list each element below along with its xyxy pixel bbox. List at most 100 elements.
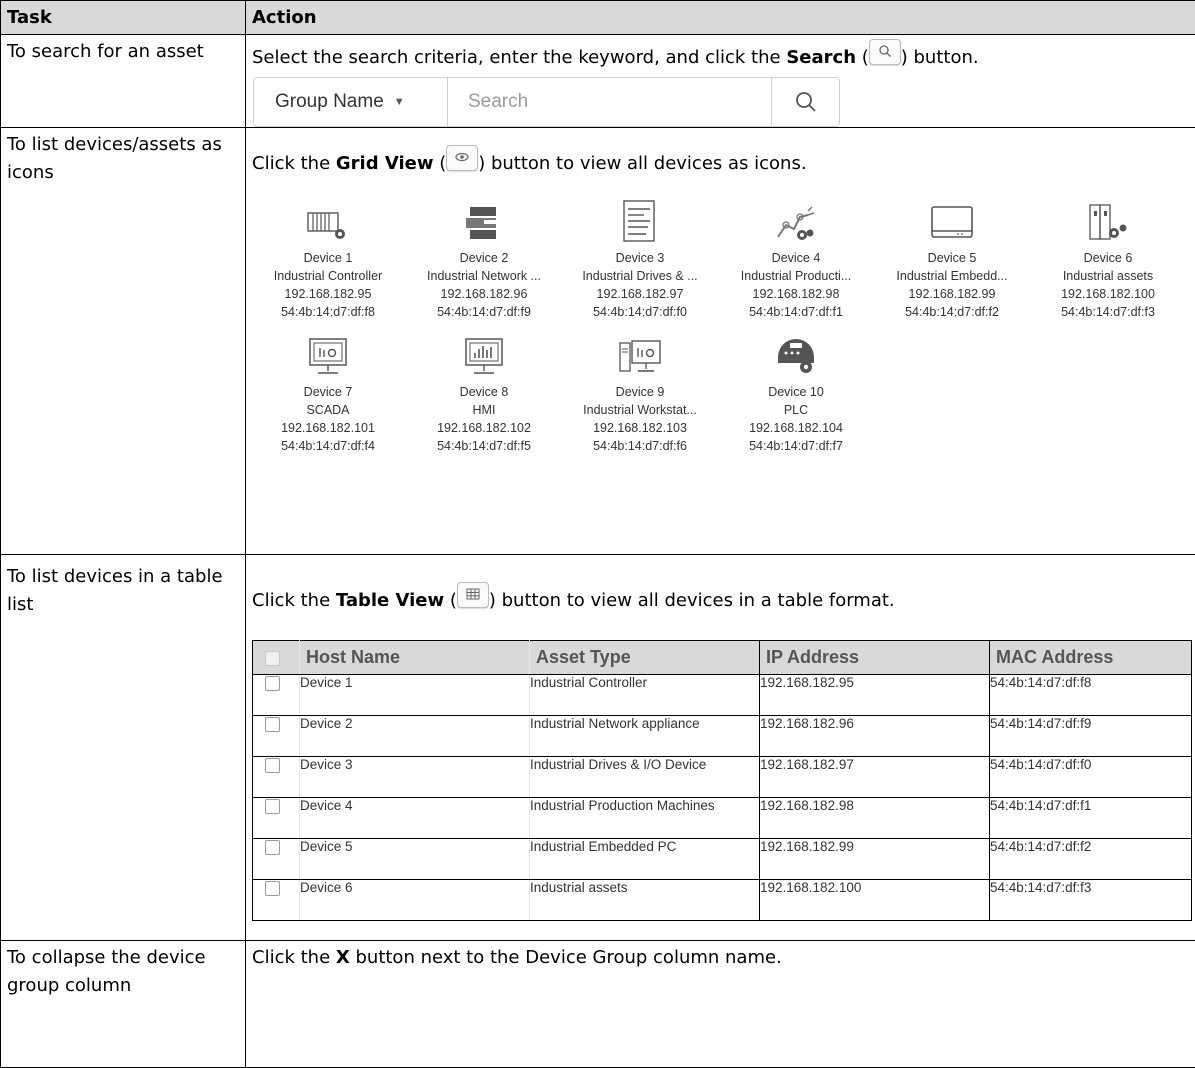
device-name: Device 5 — [927, 251, 977, 265]
text: button next to the Device Group column n… — [349, 947, 782, 968]
action-header: Action — [245, 0, 1195, 35]
action-cell-collapse: Click the X button next to the Device Gr… — [245, 940, 1195, 1068]
table-row[interactable]: Device 6 Industrial assets 192.168.182.100… — [252, 879, 1192, 921]
task-cell-grid: To list devices/assets as icons — [0, 127, 246, 555]
robot-arm-icon — [718, 187, 874, 249]
device-card[interactable]: Device 2 Industrial Network ... 192.168.18… — [406, 187, 562, 321]
device-mac: 54:4b:14:d7:df:f4 — [281, 439, 375, 453]
device-ip: 192.168.182.104 — [749, 421, 843, 435]
search-icon — [795, 92, 816, 112]
row-checkbox[interactable] — [252, 756, 300, 798]
device-ip: 192.168.182.101 — [281, 421, 375, 435]
plc-icon — [718, 321, 874, 383]
table-cell: Device 6 — [299, 879, 530, 921]
device-mac: 54:4b:14:d7:df:f1 — [749, 305, 843, 319]
text: ) button. — [900, 47, 979, 68]
table-row[interactable]: Device 5 Industrial Embedded PC 192.168.18… — [252, 838, 1192, 880]
device-card[interactable]: Device 3 Industrial Drives & ... 192.168.1… — [562, 187, 718, 321]
task-header: Task — [0, 0, 246, 35]
table-cell: 192.168.182.95 — [759, 674, 990, 716]
device-card[interactable]: Device 8 HMI 192.168.182.102 54:4b:14:d7:df… — [406, 321, 562, 455]
task-cell-collapse: To collapse the device group column — [0, 940, 246, 1068]
table-cell: 54:4b:14:d7:df:f2 — [989, 838, 1192, 880]
action-cell-table: Click the Table View ( ) button to view a… — [245, 554, 1195, 941]
bold-term: X — [335, 947, 350, 968]
hmi-monitor-icon — [406, 321, 562, 383]
search-input[interactable] — [448, 78, 772, 126]
table-row[interactable]: Device 2 Industrial Network appliance 192.… — [252, 715, 1192, 757]
device-mac: 54:4b:14:d7:df:f9 — [437, 305, 531, 319]
collapse-row: To collapse the device group column Clic… — [0, 940, 1195, 1068]
table-row[interactable]: Device 4 Industrial Production Machines 19… — [252, 797, 1192, 839]
search-criteria-select[interactable]: Group Name ▼ — [254, 78, 448, 126]
device-type: Industrial Network ... — [427, 269, 541, 283]
device-type: Industrial Controller — [273, 269, 383, 283]
column-header[interactable]: IP Address — [759, 640, 990, 675]
device-type: HMI — [472, 403, 496, 417]
device-card[interactable]: Device 9 Industrial Workstat... 192.168.18… — [562, 321, 718, 455]
bold-term: Table View — [335, 590, 445, 611]
table-cell: Device 1 — [299, 674, 530, 716]
table-cell: Device 2 — [299, 715, 530, 757]
controller-icon — [250, 187, 406, 249]
device-card[interactable]: Device 6 Industrial assets 192.168.182.100… — [1030, 187, 1186, 321]
device-card[interactable]: Device 1 Industrial Controller 192.168.182… — [250, 187, 406, 321]
device-name: Device 4 — [771, 251, 821, 265]
grid-row: To list devices/assets as icons Click th… — [0, 127, 1195, 555]
device-name: Device 8 — [459, 385, 509, 399]
device-mac: 54:4b:14:d7:df:f0 — [593, 305, 687, 319]
eye-icon — [446, 145, 479, 171]
table-cell: 192.168.182.97 — [759, 756, 990, 798]
table-cell: 192.168.182.99 — [759, 838, 990, 880]
device-name: Device 10 — [768, 385, 824, 399]
column-header[interactable]: MAC Address — [989, 640, 1192, 675]
device-type: Industrial Producti... — [740, 269, 852, 283]
text: ( — [444, 590, 457, 611]
device-ip: 192.168.182.102 — [437, 421, 531, 435]
device-name: Device 1 — [303, 251, 353, 265]
text: Click the — [252, 590, 336, 611]
text: ) button to view all devices in a table … — [488, 590, 895, 611]
device-ip: 192.168.182.97 — [596, 287, 684, 301]
device-ip: 192.168.182.96 — [440, 287, 528, 301]
text: Select the search criteria, enter the ke… — [252, 47, 787, 68]
device-type: SCADA — [306, 403, 350, 417]
device-name: Device 6 — [1083, 251, 1133, 265]
row-checkbox[interactable] — [252, 838, 300, 880]
table-row[interactable]: Device 1 Industrial Controller 192.168.182… — [252, 674, 1192, 716]
column-header[interactable]: Asset Type — [529, 640, 760, 675]
table-row-section: To list devices in a table list Click th… — [0, 554, 1195, 941]
device-type: Industrial assets — [1062, 269, 1154, 283]
select-all-checkbox[interactable] — [252, 640, 300, 675]
search-button[interactable] — [772, 78, 839, 126]
row-checkbox[interactable] — [252, 797, 300, 839]
table-cell: 54:4b:14:d7:df:f9 — [989, 715, 1192, 757]
device-card[interactable]: Device 4 Industrial Producti... 192.168.18… — [718, 187, 874, 321]
row-checkbox[interactable] — [252, 715, 300, 757]
row-checkbox[interactable] — [252, 674, 300, 716]
task-cell-table: To list devices in a table list — [0, 554, 246, 941]
device-ip: 192.168.182.99 — [908, 287, 996, 301]
task-cell-search: To search for an asset — [0, 34, 246, 128]
table-cell: Industrial Embedded PC — [529, 838, 760, 880]
table-cell: Device 4 — [299, 797, 530, 839]
table-row[interactable]: Device 3 Industrial Drives & I/O Device 19… — [252, 756, 1192, 798]
embedded-pc-icon — [874, 187, 1030, 249]
device-type: PLC — [783, 403, 809, 417]
row-checkbox[interactable] — [252, 879, 300, 921]
column-header[interactable]: Host Name — [299, 640, 530, 675]
table-instruction: Click the Table View ( ) button to view a… — [252, 582, 1195, 615]
text: ( — [856, 47, 869, 68]
device-mac: 54:4b:14:d7:df:f3 — [1061, 305, 1155, 319]
device-card[interactable]: Device 5 Industrial Embedd... 192.168.182.… — [874, 187, 1030, 321]
table-cell: 192.168.182.96 — [759, 715, 990, 757]
table-cell: 54:4b:14:d7:df:f1 — [989, 797, 1192, 839]
device-card[interactable]: Device 7 SCADA 192.168.182.101 54:4b:14:d7:… — [250, 321, 406, 455]
table-cell: Device 3 — [299, 756, 530, 798]
device-type: Industrial Embedd... — [896, 269, 1008, 283]
collapse-instruction: Click the X button next to the Device Gr… — [252, 944, 1195, 972]
device-card[interactable]: Device 10 PLC 192.168.182.104 54:4b:14:d7:d… — [718, 321, 874, 455]
table-cell: 54:4b:14:d7:df:f8 — [989, 674, 1192, 716]
table-cell: 192.168.182.98 — [759, 797, 990, 839]
device-ip: 192.168.182.103 — [593, 421, 687, 435]
